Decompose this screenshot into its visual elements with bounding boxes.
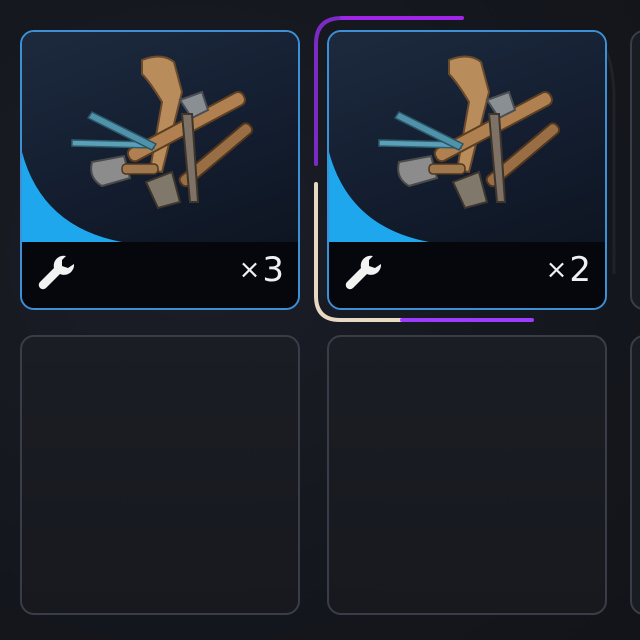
inventory-slot-2[interactable]: ×2: [327, 30, 607, 310]
item-quantity: ×2: [546, 250, 591, 290]
inventory-grid: ×3 ×2: [0, 0, 640, 640]
quantity-prefix: ×: [238, 255, 261, 285]
wrench-icon: [38, 255, 75, 290]
quantity-value: 2: [569, 250, 591, 290]
item-quantity: ×3: [239, 250, 284, 290]
wrench-icon: [345, 255, 382, 290]
tool-bundle-icon: [378, 55, 561, 210]
inventory-slot-partial-top[interactable]: [630, 30, 640, 310]
inventory-slot-3[interactable]: [20, 335, 300, 615]
item-art: [329, 32, 605, 242]
slot-footer: ×2: [329, 242, 605, 308]
quantity-prefix: ×: [545, 255, 568, 285]
inventory-slot-4[interactable]: [327, 335, 607, 615]
inventory-slot-1[interactable]: ×3: [20, 30, 300, 310]
inventory-slot-partial-bottom[interactable]: [630, 335, 640, 615]
tool-bundle-icon: [71, 55, 254, 210]
item-art: [22, 32, 298, 242]
quantity-value: 3: [262, 250, 284, 290]
slot-footer: ×3: [22, 242, 298, 308]
